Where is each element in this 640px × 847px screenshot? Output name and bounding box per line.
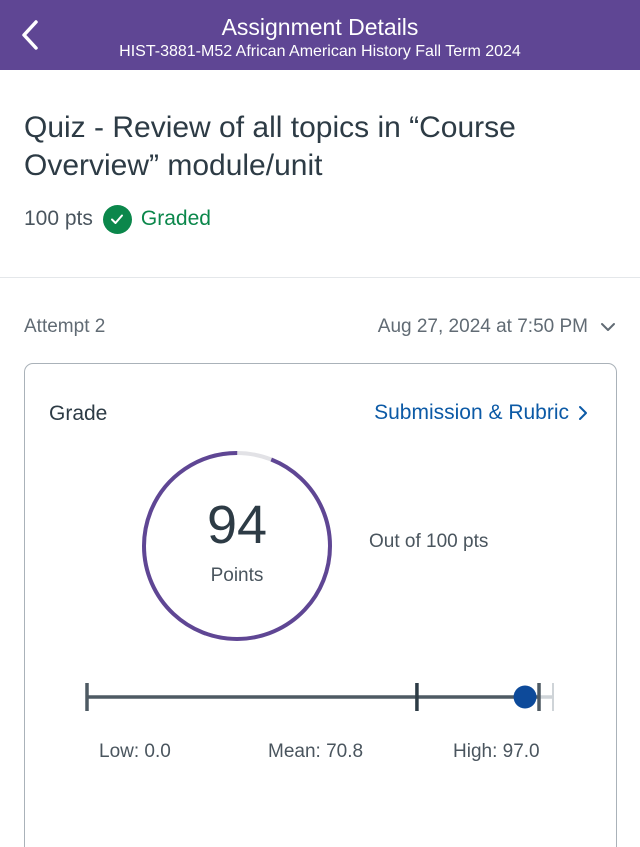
chevron-right-icon [579, 406, 587, 420]
check-circle-icon [102, 204, 132, 234]
score-unit: Points [210, 565, 264, 586]
attempt-selector[interactable]: Aug 27, 2024 at 7:50 PM [378, 316, 616, 338]
course-name: HIST-3881-M52 African American History F… [119, 43, 521, 60]
app-header: Assignment Details HIST-3881-M52 African… [0, 0, 640, 70]
submission-rubric-label: Submission & Rubric [374, 401, 569, 424]
your-score-marker [513, 685, 537, 709]
high-stat: High: 97.0 [453, 741, 540, 762]
section-divider [0, 277, 640, 278]
attempt-label: Attempt 2 [24, 316, 106, 337]
page-title: Assignment Details [221, 14, 419, 40]
mean-stat: Mean: 70.8 [268, 741, 364, 762]
assignment-meta: 100 pts Graded [24, 203, 211, 235]
points-out-of: Out of 100 pts [369, 531, 489, 552]
assignment-title: Quiz - Review of all topics in “Course O… [24, 111, 516, 182]
score-value: 94 [206, 495, 268, 555]
submission-rubric-link[interactable]: Submission & Rubric [374, 401, 588, 425]
attempt-date: Aug 27, 2024 at 7:50 PM [377, 316, 588, 337]
status-badge: Graded [140, 207, 211, 230]
grade-label: Grade [49, 402, 108, 425]
grade-statistics-bar [85, 683, 554, 711]
low-stat: Low: 0.0 [99, 741, 171, 762]
points-possible: 100 pts [24, 207, 93, 230]
chevron-down-icon [601, 323, 615, 331]
grade-card: Grade Submission & Rubric 94 Points Out … [24, 363, 617, 847]
